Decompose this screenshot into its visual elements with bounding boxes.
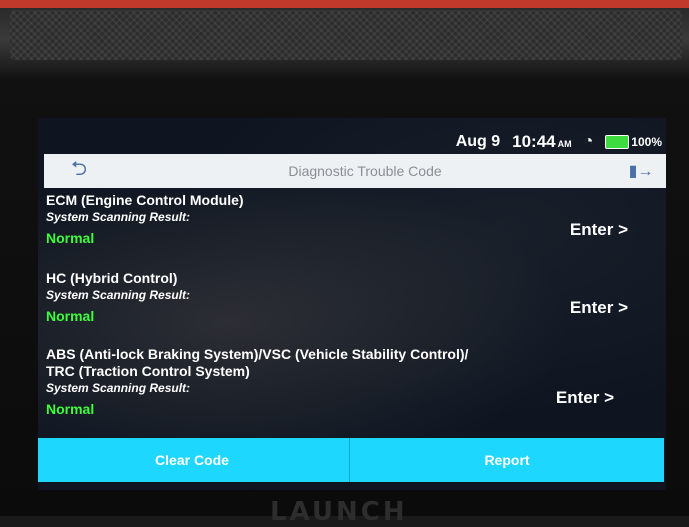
clear-code-button[interactable]: Clear Code	[38, 438, 350, 482]
enter-button-abs[interactable]: Enter >	[556, 388, 614, 408]
brand-logo: LAUNCH	[270, 497, 408, 527]
device-bezel	[10, 10, 682, 60]
wifi-icon: ◔	[583, 133, 594, 150]
module-name-line2: TRC (Traction Control System)	[46, 363, 250, 379]
module-list: ECM (Engine Control Module) System Scann…	[46, 192, 658, 436]
module-item-hc[interactable]: HC (Hybrid Control) System Scanning Resu…	[46, 270, 658, 346]
report-button[interactable]: Report	[350, 438, 664, 482]
battery-indicator: 100%	[605, 135, 662, 149]
status-date: Aug 9	[455, 133, 501, 150]
title-bar: ⮌ Diagnostic Trouble Code ▮→	[44, 154, 666, 188]
back-button[interactable]: ⮌	[44, 154, 114, 188]
scan-label: System Scanning Result:	[46, 288, 191, 302]
scanner-screen: Aug 9 10:44 AM ◔ 100% ⮌ Diagnostic Troubl…	[38, 118, 666, 490]
enter-button-hc[interactable]: Enter >	[570, 298, 628, 318]
module-name: ABS (Anti-lock Braking System)/VSC (Vehi…	[46, 346, 469, 362]
enter-button-ecm[interactable]: Enter >	[570, 220, 628, 240]
scan-result-status: Normal	[46, 308, 95, 324]
module-name: HC (Hybrid Control)	[46, 270, 178, 286]
back-arrow-icon: ⮌	[70, 158, 88, 180]
action-bar: Clear Code Report	[38, 438, 664, 482]
status-bar: Aug 9 10:44 AM ◔ 100%	[38, 130, 666, 154]
exit-icon: ▮→	[628, 163, 654, 180]
module-item-abs[interactable]: ABS (Anti-lock Braking System)/VSC (Vehi…	[46, 346, 658, 436]
page-title: Diagnostic Trouble Code	[288, 163, 442, 179]
status-time: 10:44 AM	[512, 132, 572, 151]
battery-icon	[605, 135, 630, 149]
exit-button[interactable]: ▮→	[616, 154, 666, 188]
scan-result-status: Normal	[46, 230, 95, 246]
module-name: ECM (Engine Control Module)	[46, 192, 244, 208]
module-item-ecm[interactable]: ECM (Engine Control Module) System Scann…	[46, 192, 658, 270]
battery-level: 100%	[631, 135, 662, 149]
scan-label: System Scanning Result:	[46, 210, 191, 224]
